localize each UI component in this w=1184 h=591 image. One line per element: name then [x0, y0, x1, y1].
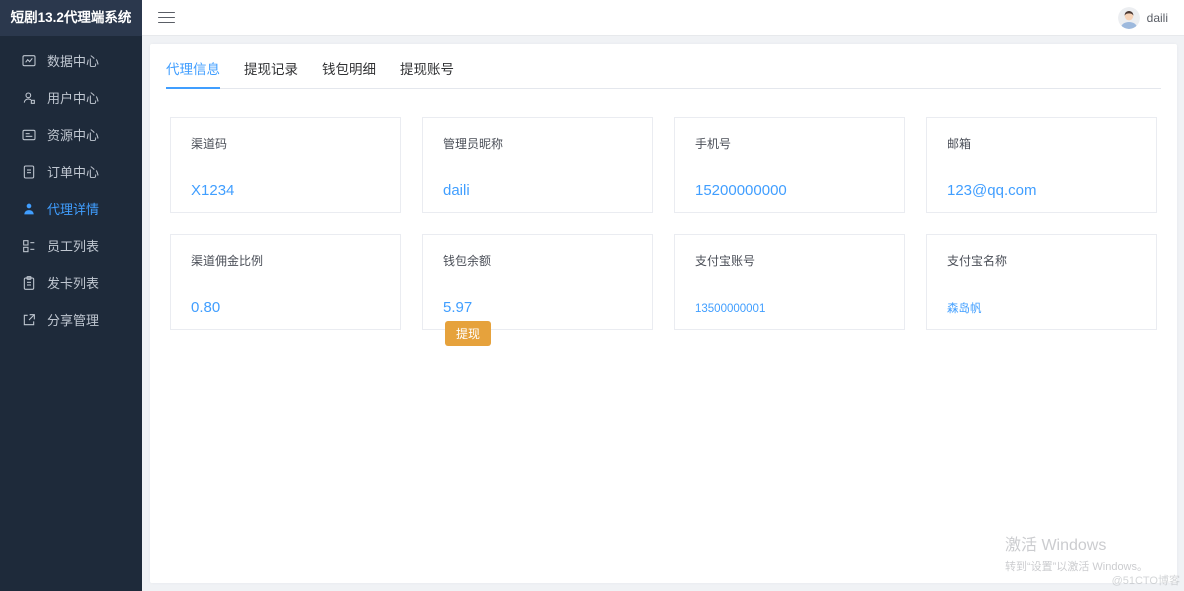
card-label: 管理员昵称 — [443, 137, 504, 151]
staff-icon — [21, 238, 37, 254]
sidebar-item[interactable]: 资源中心 — [0, 116, 142, 153]
tab-bar: 代理信息 提现记录 钱包明细 提现账号 — [166, 58, 1161, 89]
card-value: 123@qq.com — [947, 182, 1037, 199]
tab[interactable]: 提现记录 — [244, 58, 298, 89]
sidebar-item[interactable]: 订单中心 — [0, 153, 142, 190]
info-card: 邮箱 123@qq.com — [926, 117, 1157, 213]
card-label: 钱包余额 — [443, 254, 492, 268]
sidebar-nav: 数据中心 用户中心 资源中心 订单中心 代理详情 员工列表 发卡列表 分享管理 — [0, 36, 142, 338]
resource-icon — [21, 127, 37, 143]
info-card: 渠道码 X1234 — [170, 117, 401, 213]
user-menu[interactable]: daili — [1117, 6, 1168, 29]
info-card: 支付宝名称 森岛帆 — [926, 234, 1157, 330]
card-value: daili — [443, 182, 470, 199]
sidebar-item[interactable]: 分享管理 — [0, 301, 142, 338]
card-value: X1234 — [191, 182, 235, 199]
sidebar-item-label: 数据中心 — [47, 54, 100, 69]
card-value: 0.80 — [191, 299, 221, 316]
card-label: 渠道佣金比例 — [191, 254, 264, 268]
sidebar-item-label: 资源中心 — [47, 128, 100, 143]
card-label: 支付宝名称 — [947, 254, 1008, 268]
withdraw-button[interactable]: 提现 — [445, 320, 492, 346]
card-label: 邮箱 — [947, 137, 972, 151]
tab[interactable]: 钱包明细 — [322, 58, 376, 89]
windows-activation-watermark: 激活 Windows 转到“设置”以激活 Windows。 — [1005, 531, 1148, 574]
user-avatar — [1117, 6, 1140, 29]
card-label: 支付宝账号 — [695, 254, 756, 268]
info-card-grid: 渠道码 X1234 管理员昵称 daili 手机号 15200000000 邮箱… — [170, 117, 1157, 346]
hamburger-menu-icon[interactable] — [158, 8, 175, 26]
top-header: daili — [142, 0, 1184, 36]
info-card: 管理员昵称 daili — [422, 117, 653, 213]
sidebar-item-label: 发卡列表 — [47, 276, 100, 291]
info-card: 支付宝账号 13500000001 — [674, 234, 905, 330]
site-watermark: @51CTO博客 — [1111, 575, 1180, 587]
sidebar-item-label: 订单中心 — [47, 165, 100, 180]
card-value: 森岛帆 — [947, 303, 982, 315]
sidebar-item-label: 员工列表 — [47, 239, 100, 254]
info-card: 手机号 15200000000 — [674, 117, 905, 213]
sidebar-item[interactable]: 数据中心 — [0, 42, 142, 79]
tab[interactable]: 提现账号 — [400, 58, 454, 89]
agent-icon — [21, 201, 37, 217]
user-icon — [21, 90, 37, 106]
info-card: 渠道佣金比例 0.80 — [170, 234, 401, 330]
sidebar-item-label: 用户中心 — [47, 91, 100, 106]
sidebar: 短剧13.2代理端系统 数据中心 用户中心 资源中心 订单中心 代理详情 员工列… — [0, 0, 142, 591]
order-icon — [21, 164, 37, 180]
card-label: 渠道码 — [191, 137, 228, 151]
app-title: 短剧13.2代理端系统 — [0, 0, 142, 36]
sidebar-item-label: 代理详情 — [47, 202, 100, 217]
sidebar-item[interactable]: 代理详情 — [0, 190, 142, 227]
sidebar-item[interactable]: 用户中心 — [0, 79, 142, 116]
info-card: 钱包余额 5.97 提现 — [422, 234, 653, 346]
card-label: 手机号 — [695, 137, 732, 151]
content-panel: 代理信息 提现记录 钱包明细 提现账号 渠道码 X1234 管理员昵称 dail… — [150, 44, 1177, 583]
main-area: 代理信息 提现记录 钱包明细 提现账号 渠道码 X1234 管理员昵称 dail… — [142, 37, 1184, 591]
sidebar-item[interactable]: 发卡列表 — [0, 264, 142, 301]
card-value: 13500000001 — [695, 303, 766, 315]
card-icon — [21, 275, 37, 291]
username-label: daili — [1146, 10, 1168, 25]
card-value: 15200000000 — [695, 182, 787, 199]
activate-line1: 激活 Windows — [1005, 537, 1107, 554]
card-value: 5.97 — [443, 299, 473, 316]
sidebar-item[interactable]: 员工列表 — [0, 227, 142, 264]
chart-icon — [21, 53, 37, 69]
sidebar-item-label: 分享管理 — [47, 313, 100, 328]
share-icon — [21, 312, 37, 328]
tab[interactable]: 代理信息 — [166, 58, 220, 89]
